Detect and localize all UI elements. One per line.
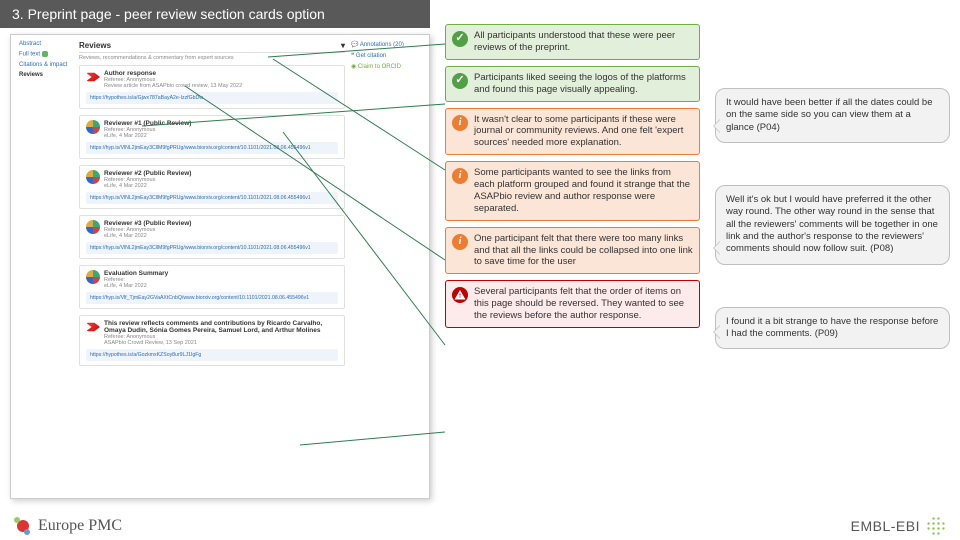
screenshot-aside: 💬 Annotations (20) ❝ Get citation ◉ Clai… (351, 41, 421, 492)
info-icon: i (452, 168, 468, 184)
nav-abstract[interactable]: Abstract (19, 41, 73, 47)
finding-warn: i Some participants wanted to see the lin… (445, 161, 700, 221)
slide-footer: Europe PMC EMBL-EBI (0, 516, 960, 536)
screenshot-main: Reviews ▾ Reviews, recommendations & com… (79, 41, 345, 492)
finding-warn: i One participant felt that there were to… (445, 227, 700, 275)
finding-warn: i It wasn't clear to some participants if… (445, 108, 700, 156)
check-icon: ✓ (452, 31, 468, 47)
screenshot-sidebar: Abstract Full text Citations & impact Re… (19, 41, 73, 492)
annotations-link[interactable]: 💬 Annotations (20) (351, 41, 421, 48)
card-title: This review reflects comments and contri… (104, 320, 338, 334)
nav-citations[interactable]: Citations & impact (19, 62, 73, 68)
card-title: Author response (104, 70, 338, 77)
asap-logo-icon (86, 70, 100, 84)
card-title: Evaluation Summary (104, 270, 338, 277)
finding-text: One participant felt that there were too… (474, 233, 693, 268)
participant-quote: It would have been better if all the dat… (715, 88, 950, 143)
europe-pmc-logo: Europe PMC (14, 517, 122, 535)
warning-icon (452, 287, 468, 303)
card-source: ASAPbio Crowd Review, 13 Sep 2021 (104, 340, 338, 346)
claim-orcid-link[interactable]: ◉ Claim to ORCID (351, 63, 421, 70)
finding-text: Several participants felt that the order… (474, 286, 684, 321)
embl-ebi-logo: EMBL-EBI (851, 516, 946, 536)
nav-fulltext[interactable]: Full text (19, 51, 73, 58)
finding-good: ✓ All participants understood that these … (445, 24, 700, 60)
quotes-column: It would have been better if all the dat… (715, 88, 950, 349)
info-icon: i (452, 115, 468, 131)
reviews-heading: Reviews ▾ (79, 41, 345, 53)
card-title: Reviewer #3 (Public Review) (104, 220, 338, 227)
card-source: Review article from ASAPbio crowd review… (104, 83, 338, 89)
finding-good: ✓ Participants liked seeing the logos of … (445, 66, 700, 102)
review-card[interactable]: Evaluation Summary Referee: eLife, 4 Mar… (79, 265, 345, 309)
review-card[interactable]: Reviewer #2 (Public Review) Referee: Ano… (79, 165, 345, 209)
finding-text: Participants liked seeing the logos of t… (474, 72, 686, 95)
elife-logo-icon (86, 270, 100, 284)
card-title: Reviewer #1 (Public Review) (104, 120, 338, 127)
chevron-down-icon[interactable]: ▾ (341, 41, 345, 50)
europe-pmc-icon (14, 517, 32, 535)
card-source: eLife, 4 Mar 2022 (104, 233, 338, 239)
card-link[interactable]: https://hypothes.is/a/Gjwx787aBayA2e-Izz… (86, 92, 338, 104)
slide-title: 3. Preprint page - peer review section c… (0, 0, 430, 28)
card-source: eLife, 4 Mar 2022 (104, 183, 338, 189)
card-source: eLife, 4 Mar 2022 (104, 283, 338, 289)
card-link[interactable]: https://hyp.is/VlNL2jmEay3CllM9fgPRUg/ww… (86, 142, 338, 154)
finding-bad: Several participants felt that the order… (445, 280, 700, 328)
card-title: Reviewer #2 (Public Review) (104, 170, 338, 177)
reviews-subheading: Reviews, recommendations & commentary fr… (79, 55, 345, 61)
card-link[interactable]: https://hyp.is/Vlf_TjmEay2GVaAXtCnbQ/www… (86, 292, 338, 304)
elife-logo-icon (86, 170, 100, 184)
nav-reviews[interactable]: Reviews (19, 72, 73, 78)
embl-ebi-icon (926, 516, 946, 536)
elife-logo-icon (86, 220, 100, 234)
asap-logo-icon (86, 320, 100, 334)
findings-column: ✓ All participants understood that these … (445, 24, 700, 328)
participant-quote: I found it a bit strange to have the res… (715, 307, 950, 350)
fulltext-badge-icon (42, 51, 48, 57)
card-source: eLife, 4 Mar 2022 (104, 133, 338, 139)
get-citation-link[interactable]: ❝ Get citation (351, 52, 421, 59)
finding-text: It wasn't clear to some participants if … (474, 114, 683, 149)
finding-text: Some participants wanted to see the link… (474, 167, 690, 214)
finding-text: All participants understood that these w… (474, 30, 675, 53)
card-link[interactable]: https://hypothes.is/a/GozkmxKZSoy8ur9LJ1… (86, 349, 338, 361)
card-link[interactable]: https://hyp.is/VlNL2jmEay3CllM9fgPRUg/ww… (86, 242, 338, 254)
card-link[interactable]: https://hyp.is/VlNL2jmEay3CllM9fgPRUg/ww… (86, 192, 338, 204)
review-card[interactable]: Reviewer #3 (Public Review) Referee: Ano… (79, 215, 345, 259)
review-card[interactable]: Reviewer #1 (Public Review) Referee: Ano… (79, 115, 345, 159)
participant-quote: Well it's ok but I would have preferred … (715, 185, 950, 265)
preprint-screenshot: Abstract Full text Citations & impact Re… (10, 34, 430, 499)
info-icon: i (452, 234, 468, 250)
elife-logo-icon (86, 120, 100, 134)
review-card[interactable]: Author response Referee: Anonymous Revie… (79, 65, 345, 109)
check-icon: ✓ (452, 73, 468, 89)
review-card[interactable]: This review reflects comments and contri… (79, 315, 345, 366)
